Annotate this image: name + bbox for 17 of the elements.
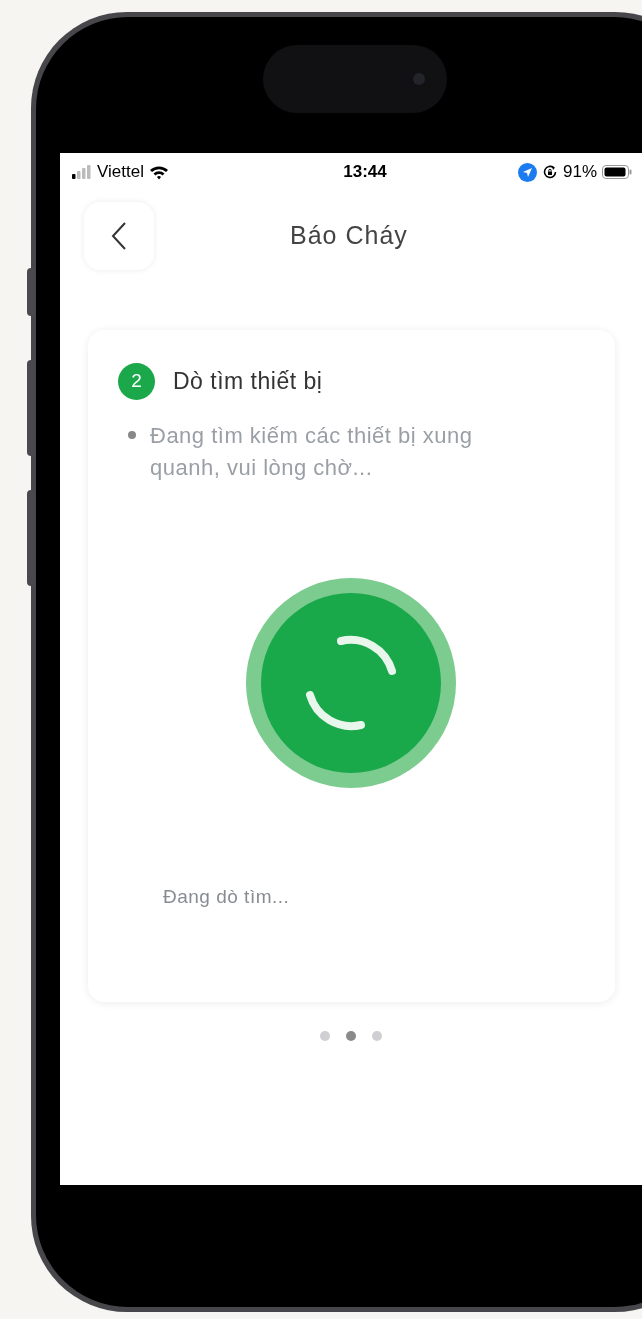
back-button[interactable]	[84, 202, 154, 270]
carrier-name: Viettel	[97, 161, 144, 184]
status-time: 13:44	[342, 161, 388, 184]
location-icon	[517, 162, 537, 182]
battery-icon	[602, 165, 632, 179]
step-title: Dò tìm thiết bị	[173, 367, 323, 397]
bullet-icon	[128, 431, 136, 439]
back-icon	[111, 221, 127, 251]
bullet-text: Đang tìm kiếm các thiết bị xung quanh, vui lòng chờ...	[150, 422, 474, 482]
step-number: 2	[118, 363, 155, 400]
battery-percent: 91%	[562, 161, 597, 184]
status-text: Đang dò tìm...	[163, 885, 291, 909]
wifi-icon	[148, 164, 169, 180]
signal-icon	[72, 165, 92, 179]
loading-spinner-icon	[245, 578, 456, 788]
page-title: Báo Cháy	[290, 220, 408, 252]
rotation-lock-icon	[541, 164, 558, 180]
